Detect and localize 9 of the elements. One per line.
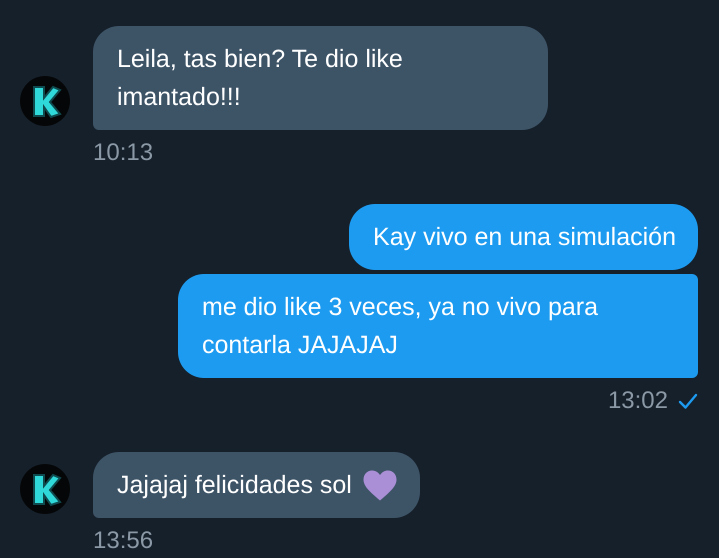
message-bubble: me dio like 3 veces, ya no vivo para contarla JAJAJAJ [178,274,698,378]
message-bubble: Leila, tas bien? Te dio like imantado!!! [93,26,548,130]
timestamp: 13:02 [608,386,668,416]
message-bubble: Jajajaj felicidades sol [93,452,420,518]
timestamp: 10:13 [93,138,154,168]
avatar-icon [20,464,70,514]
timestamp: 13:56 [93,526,154,556]
avatar-icon [20,76,70,126]
message-bubble: Kay vivo en una simulación [349,204,698,270]
